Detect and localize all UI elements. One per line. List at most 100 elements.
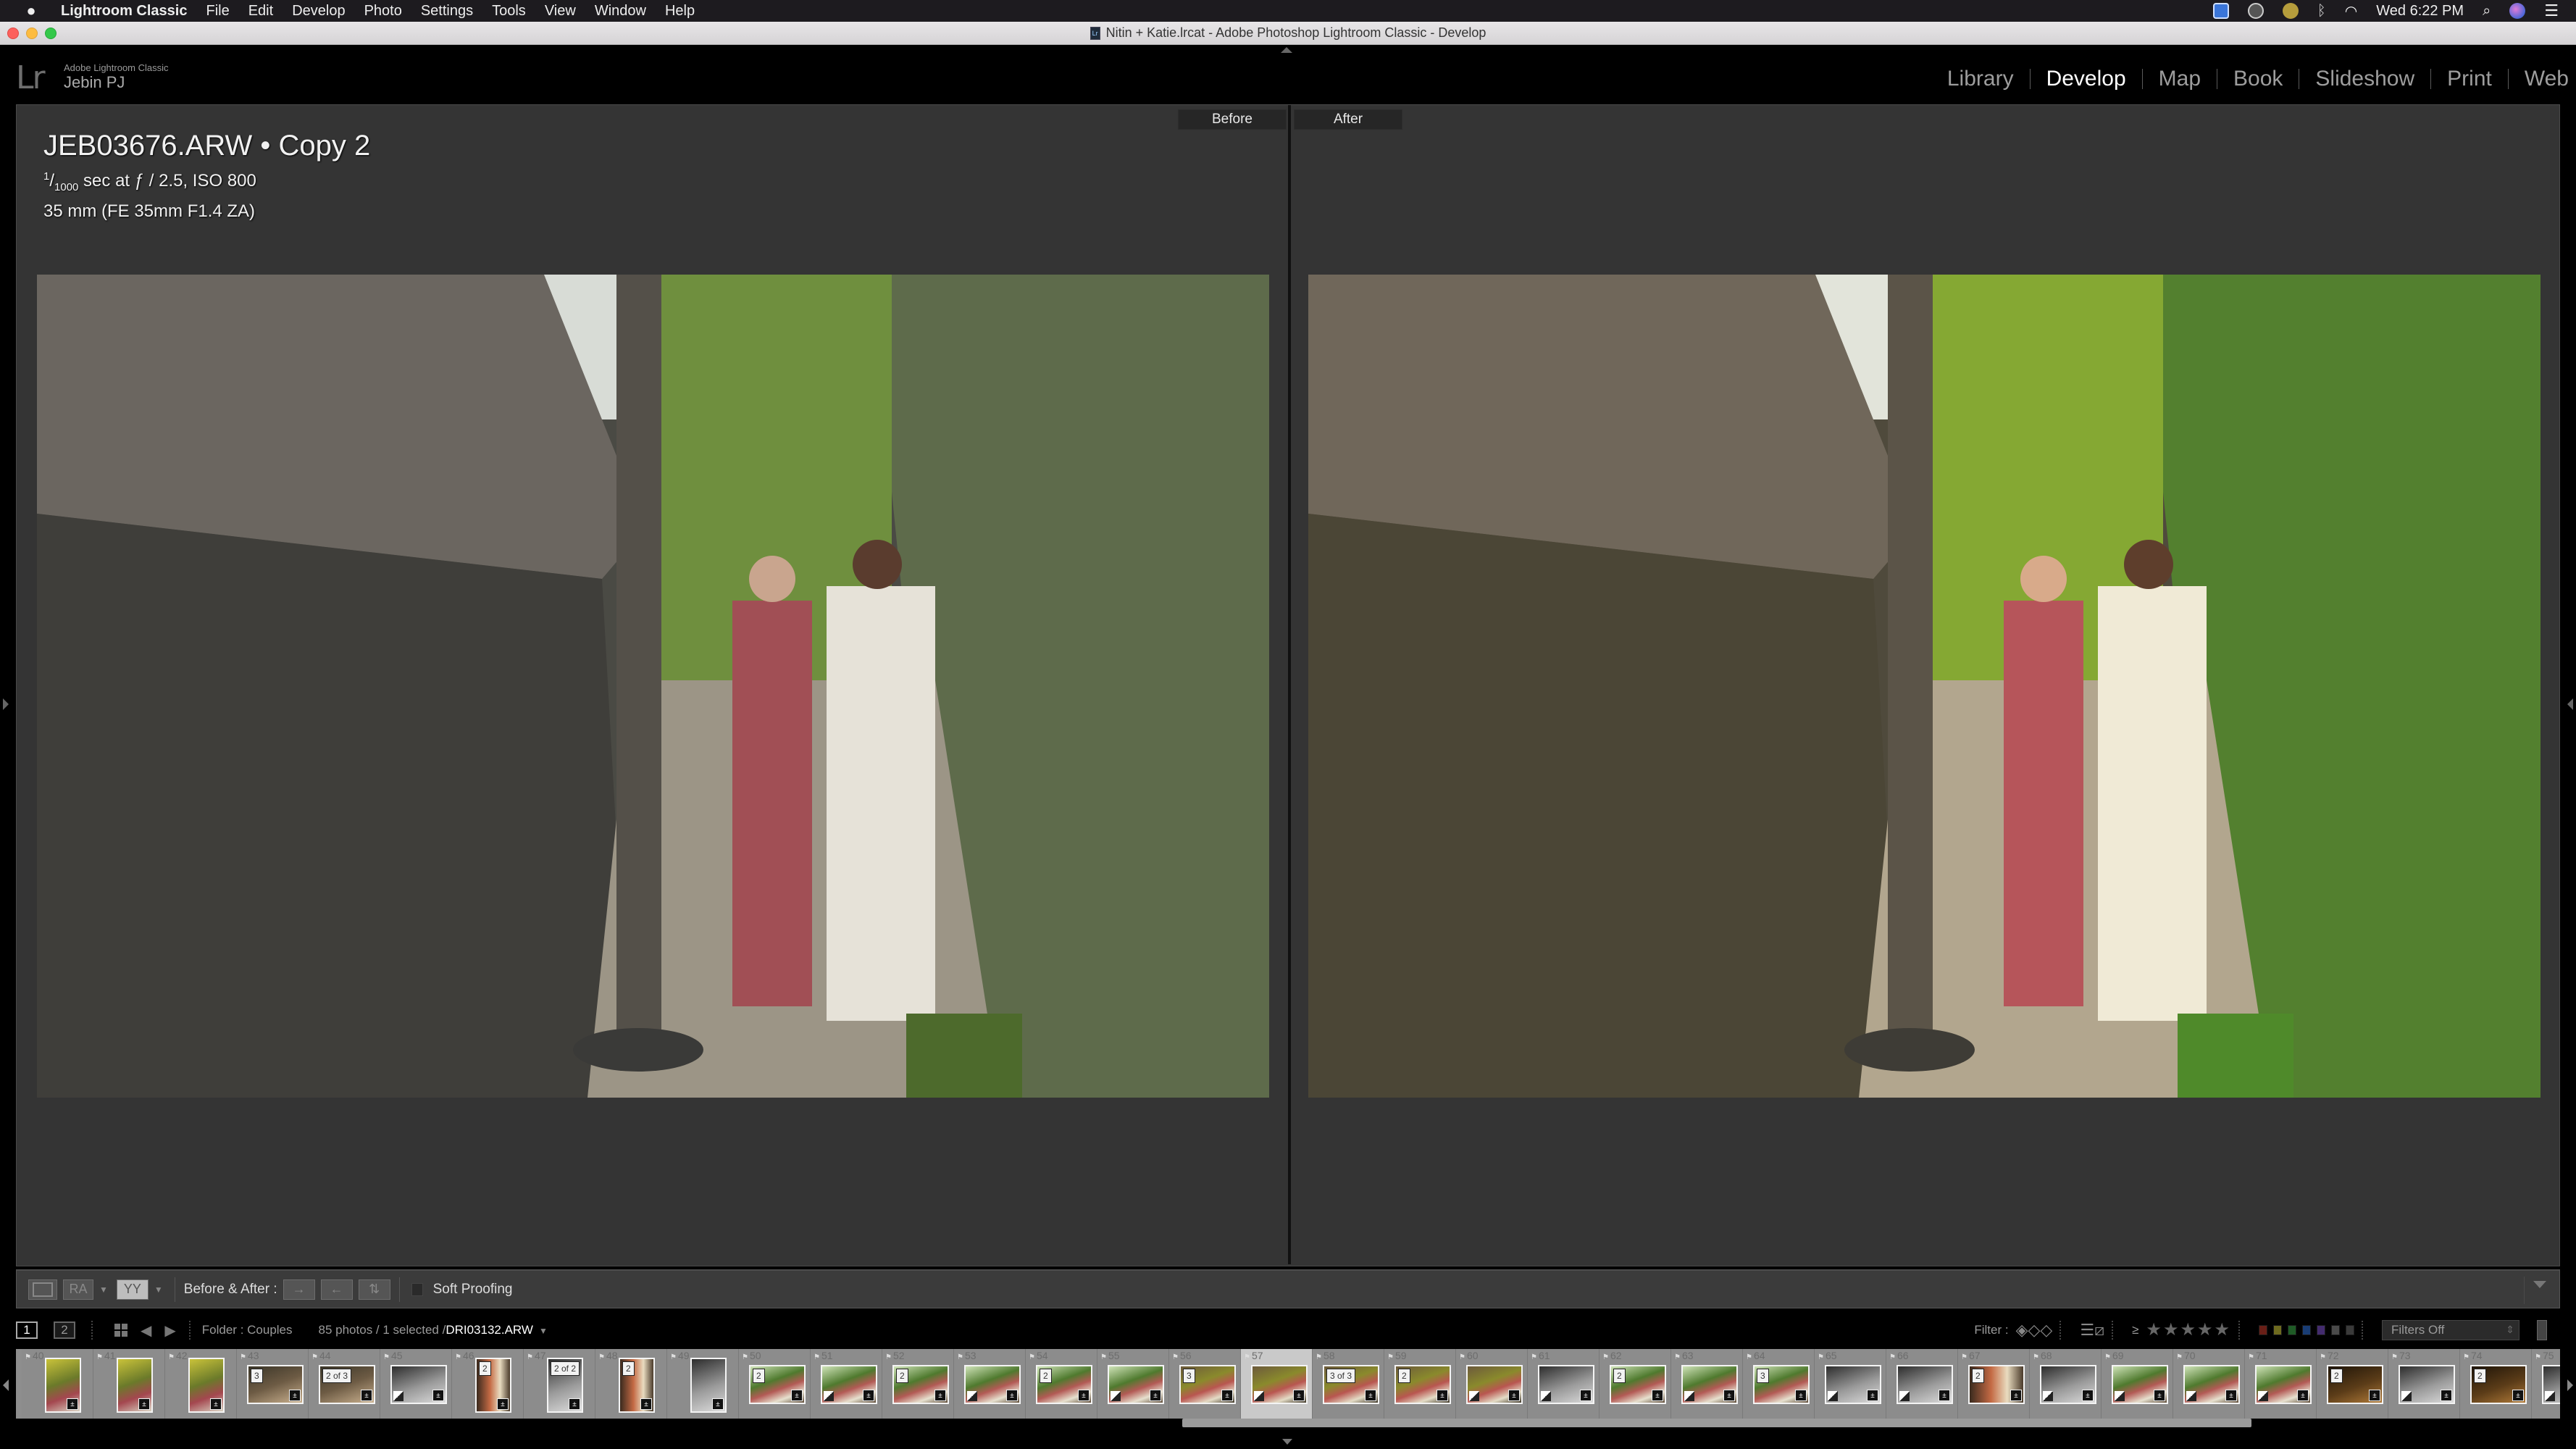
module-library[interactable]: Library — [1947, 67, 2014, 91]
color-label-filter-chip[interactable] — [2346, 1324, 2354, 1335]
stack-count-badge[interactable]: 2 — [2474, 1369, 2486, 1383]
wifi-icon[interactable]: ◠ — [2345, 2, 2357, 20]
filmstrip-thumbnail[interactable]: ± — [1466, 1365, 1523, 1404]
flag-filter-icon[interactable]: ◈◇◇ — [2016, 1321, 2053, 1340]
menu-edit[interactable]: Edit — [248, 3, 273, 20]
filmstrip-cell[interactable]: 45 ± — [380, 1349, 452, 1419]
menu-window[interactable]: Window — [595, 3, 646, 20]
swap-before-after-button[interactable]: ⇅ — [358, 1279, 390, 1300]
menu-settings[interactable]: Settings — [421, 3, 473, 20]
filmstrip-cell[interactable]: 522± — [882, 1349, 954, 1419]
top-panel-toggle-icon[interactable] — [1281, 47, 1292, 53]
stack-count-badge[interactable]: 2 — [753, 1369, 765, 1383]
filter-preset-select[interactable]: Filters Off — [2382, 1319, 2519, 1340]
source-dropdown-icon[interactable]: ▼ — [539, 1326, 548, 1336]
filmstrip-cell[interactable]: 73 ± — [2388, 1349, 2460, 1419]
apple-menu-icon[interactable]: ● — [20, 1, 42, 20]
color-label-filter-chip[interactable] — [2302, 1324, 2311, 1335]
filmstrip-cell[interactable]: 55 ± — [1097, 1349, 1169, 1419]
filmstrip-cell[interactable]: 742± — [2460, 1349, 2532, 1419]
filmstrip-thumbnail[interactable]: 3 of 3 ± — [1323, 1365, 1379, 1404]
stack-count-badge[interactable]: 2 — [1613, 1369, 1626, 1383]
filmstrip-thumbnail[interactable]: 2 ± — [1394, 1365, 1451, 1404]
siri-icon[interactable] — [2509, 3, 2526, 19]
edit-filter-icon[interactable]: ☰⧄ — [2080, 1321, 2104, 1340]
stack-count-badge[interactable]: 2 — [896, 1369, 908, 1383]
color-label-filter-chip[interactable] — [2259, 1324, 2267, 1335]
filmstrip-scrollbar[interactable] — [16, 1419, 2560, 1429]
filmstrip-thumbnail[interactable]: 2 of 2 ± — [547, 1358, 583, 1413]
filmstrip-thumbnail[interactable]: 3 ± — [1753, 1365, 1810, 1404]
filmstrip-thumbnail[interactable]: 2 ± — [892, 1365, 949, 1404]
after-photo[interactable] — [1308, 275, 2541, 1098]
filmstrip-thumbnail[interactable]: ± — [821, 1365, 877, 1404]
money-icon[interactable] — [2282, 3, 2299, 19]
loupe-view-button[interactable] — [28, 1279, 57, 1300]
bluetooth-icon[interactable]: ᛒ — [2317, 3, 2326, 20]
rating-operator[interactable]: ≥ — [2132, 1323, 2138, 1337]
toolbar-content-dropdown-icon[interactable] — [2533, 1281, 2546, 1288]
stack-count-badge[interactable]: 2 of 3 — [322, 1369, 352, 1383]
filmstrip-cell[interactable]: 68 ± — [2030, 1349, 2102, 1419]
stack-count-badge[interactable]: 2 — [1972, 1369, 1984, 1383]
stack-count-badge[interactable]: 2 — [622, 1361, 635, 1376]
filmstrip-thumbnail[interactable]: ± — [2183, 1365, 2240, 1404]
filmstrip-cell[interactable]: 65 ± — [1815, 1349, 1886, 1419]
filmstrip-thumbnail[interactable]: ± — [2112, 1365, 2168, 1404]
filmstrip-cell[interactable]: 41 ± — [93, 1349, 165, 1419]
zoom-window-button[interactable] — [45, 28, 57, 39]
grid-view-icon[interactable] — [114, 1324, 127, 1337]
spotlight-search-icon[interactable]: ⌕ — [2483, 3, 2491, 20]
filmstrip-thumbnail[interactable]: ± — [2040, 1365, 2096, 1404]
filmstrip-cell[interactable]: 70 ± — [2173, 1349, 2245, 1419]
right-panel-toggle-icon[interactable] — [2567, 698, 2573, 710]
filmstrip-thumbnail[interactable]: ± — [45, 1358, 81, 1413]
filmstrip-scroll-left-icon[interactable] — [3, 1379, 9, 1391]
filmstrip-cell[interactable]: 40 ± — [22, 1349, 93, 1419]
filmstrip-cell[interactable]: 672± — [1958, 1349, 2030, 1419]
filmstrip-cell[interactable]: 502± — [739, 1349, 811, 1419]
soft-proofing-checkbox[interactable] — [411, 1282, 423, 1296]
left-panel-toggle-icon[interactable] — [3, 698, 9, 710]
color-label-filter-chip[interactable] — [2288, 1324, 2296, 1335]
filter-lock-toggle[interactable] — [2537, 1319, 2547, 1340]
color-label-filter-chip[interactable] — [2273, 1324, 2282, 1335]
filmstrip-cell[interactable]: 563± — [1169, 1349, 1241, 1419]
filmstrip-cell[interactable]: 643± — [1743, 1349, 1815, 1419]
forward-arrow-icon[interactable]: ▶ — [164, 1321, 175, 1340]
filmstrip-cell[interactable]: 69 ± — [2102, 1349, 2173, 1419]
filmstrip-cell[interactable]: 60 ± — [1456, 1349, 1528, 1419]
filmstrip-cell[interactable]: 61 ± — [1528, 1349, 1599, 1419]
filmstrip-thumbnail[interactable]: ± — [1538, 1365, 1594, 1404]
before-after-view-button[interactable]: YY — [116, 1279, 149, 1300]
reference-view-dropdown-icon[interactable]: ▼ — [99, 1285, 108, 1295]
filmstrip-thumbnail[interactable]: ± — [2542, 1365, 2560, 1404]
filmstrip-cell[interactable]: 542± — [1026, 1349, 1097, 1419]
color-label-filter-chip[interactable] — [2317, 1324, 2325, 1335]
before-photo[interactable] — [37, 275, 1269, 1098]
stack-count-badge[interactable]: 3 of 3 — [1326, 1369, 1356, 1383]
filmstrip-thumbnail[interactable]: 2 ± — [2327, 1365, 2383, 1404]
stack-count-badge[interactable]: 2 — [1040, 1369, 1052, 1383]
filmstrip-thumbnail[interactable]: ± — [188, 1358, 225, 1413]
module-web[interactable]: Web — [2525, 67, 2569, 91]
filmstrip-cell[interactable]: 66 ± — [1886, 1349, 1958, 1419]
copy-before-to-after-button[interactable]: → — [283, 1279, 315, 1300]
creative-cloud-icon[interactable] — [2247, 3, 2264, 19]
stack-count-badge[interactable]: 3 — [1757, 1369, 1769, 1383]
filmstrip-thumbnail[interactable]: 2 ± — [619, 1358, 655, 1413]
teamviewer-icon[interactable] — [2212, 3, 2229, 19]
close-window-button[interactable] — [7, 28, 19, 39]
main-window-button[interactable]: 1 — [16, 1321, 38, 1339]
filmstrip-cell[interactable]: 75 ± — [2532, 1349, 2560, 1419]
filmstrip-thumbnail[interactable]: 2 of 3 ± — [319, 1365, 375, 1404]
source-folder[interactable]: Folder : Couples — [202, 1323, 293, 1337]
filmstrip-thumbnail[interactable]: ± — [2399, 1365, 2455, 1404]
photo-count[interactable]: 85 photos / 1 selected /DRI03132.ARW ▼ — [319, 1323, 548, 1337]
filmstrip-thumbnail[interactable]: 2 ± — [2470, 1365, 2527, 1404]
reference-view-button[interactable]: RA — [63, 1279, 93, 1300]
filmstrip-thumbnail[interactable]: ± — [1681, 1365, 1738, 1404]
filmstrip-cell[interactable]: 42 ± — [165, 1349, 237, 1419]
filmstrip-cell[interactable]: 47 2 of 2 ± — [524, 1349, 595, 1419]
menu-develop[interactable]: Develop — [292, 3, 345, 20]
